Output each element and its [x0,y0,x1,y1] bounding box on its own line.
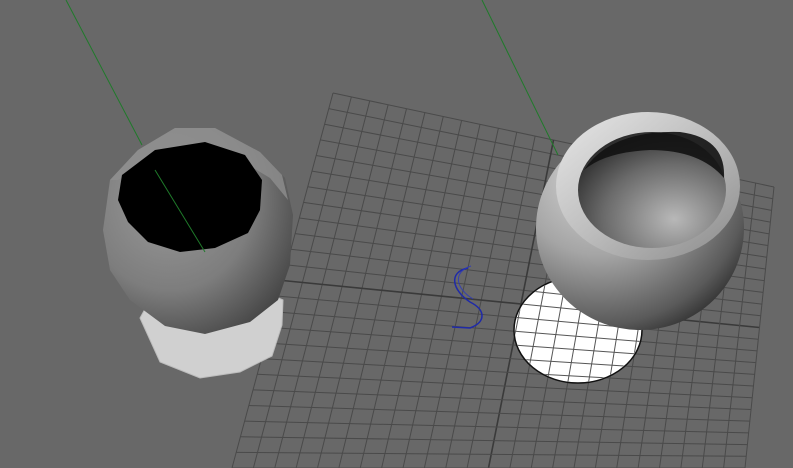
grid-line [265,342,755,375]
grid-line [744,186,775,468]
grid-line [261,358,754,387]
low-poly-cup[interactable] [103,128,293,379]
pivot-line-left [65,0,143,146]
grid-line [257,373,753,399]
grid-line [248,405,750,422]
smooth-cup[interactable] [232,93,774,468]
grid-line [253,389,752,410]
3d-viewport[interactable] [0,0,793,468]
pivot-line-right [481,0,559,156]
viewport-canvas[interactable] [0,0,793,468]
